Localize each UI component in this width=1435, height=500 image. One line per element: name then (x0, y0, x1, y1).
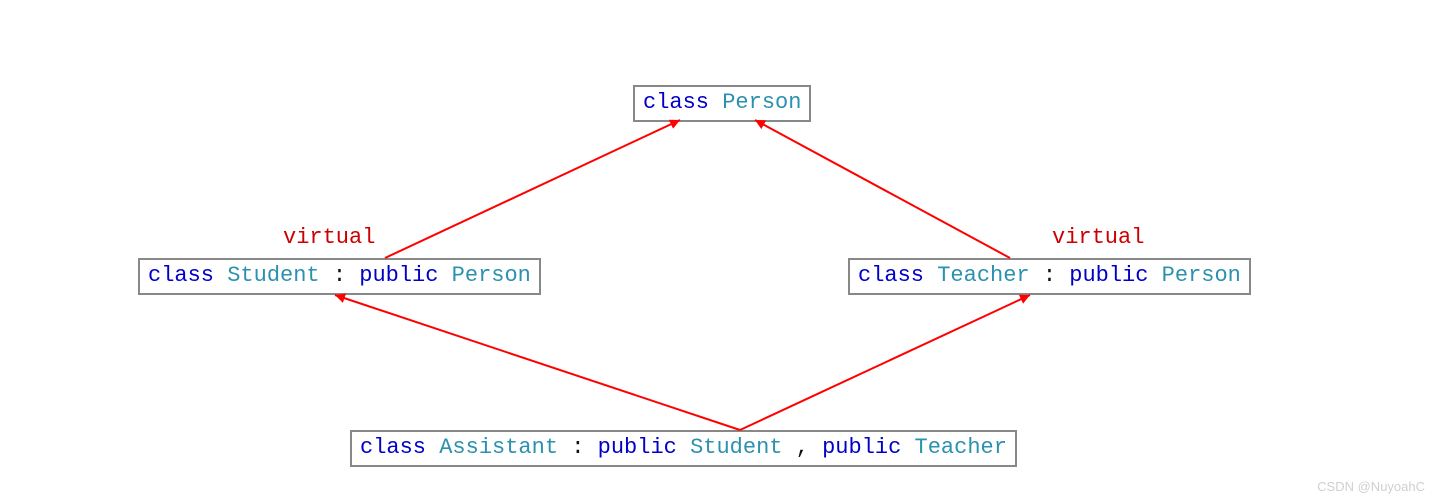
op-colon: : (1043, 263, 1069, 288)
box-person: class Person (633, 85, 811, 122)
op-colon: : (571, 435, 597, 460)
kw-public: public (822, 435, 901, 460)
type-person: Person (722, 90, 801, 115)
box-student: class Student : public Person (138, 258, 541, 295)
kw-public: public (598, 435, 677, 460)
type-person: Person (452, 263, 531, 288)
type-student: Student (690, 435, 782, 460)
box-assistant: class Assistant : public Student , publi… (350, 430, 1017, 467)
op-colon: : (333, 263, 359, 288)
inheritance-arrows (0, 0, 1435, 500)
label-virtual-right: virtual (1052, 225, 1144, 250)
box-teacher: class Teacher : public Person (848, 258, 1251, 295)
kw-class: class (148, 263, 214, 288)
arrow-assistant-student (335, 295, 740, 430)
kw-public: public (1069, 263, 1148, 288)
watermark: CSDN @NuyoahC (1317, 479, 1425, 494)
kw-class: class (858, 263, 924, 288)
kw-class: class (643, 90, 709, 115)
type-teacher: Teacher (915, 435, 1007, 460)
type-person: Person (1162, 263, 1241, 288)
op-comma: , (796, 435, 822, 460)
arrow-assistant-teacher (740, 295, 1030, 430)
kw-public: public (359, 263, 438, 288)
arrow-student-person (385, 120, 680, 258)
kw-class: class (360, 435, 426, 460)
arrow-teacher-person (755, 120, 1010, 258)
type-teacher: Teacher (937, 263, 1029, 288)
type-assistant: Assistant (439, 435, 558, 460)
label-virtual-left: virtual (283, 225, 375, 250)
type-student: Student (227, 263, 319, 288)
